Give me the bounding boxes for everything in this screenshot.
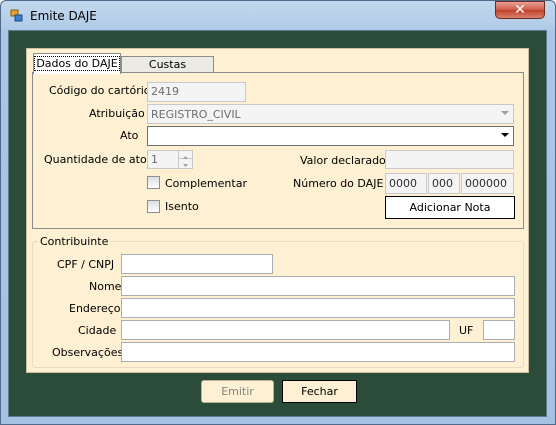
- chevron-down-icon: [501, 133, 509, 137]
- cidade-field[interactable]: [121, 320, 450, 340]
- isento-label: Isento: [165, 200, 199, 213]
- nome-field[interactable]: [121, 276, 515, 296]
- endereco-label: Endereço: [69, 302, 121, 315]
- atribuicao-select[interactable]: REGISTRO_CIVIL: [147, 104, 514, 124]
- complementar-checkbox[interactable]: [147, 176, 160, 189]
- emitir-button[interactable]: Emitir: [201, 380, 274, 403]
- adicionar-nota-label: Adicionar Nota: [409, 201, 491, 214]
- close-button[interactable]: ✕: [495, 1, 545, 19]
- chevron-down-icon: [501, 111, 509, 115]
- emitir-label: Emitir: [221, 385, 254, 398]
- quantidade-stepper[interactable]: 1: [147, 150, 193, 169]
- tab-label: Dados do DAJE: [34, 56, 120, 71]
- numero-part1-field[interactable]: 0000: [385, 173, 427, 194]
- quantidade-label: Quantidade de atos: [44, 153, 153, 166]
- fechar-label: Fechar: [301, 385, 338, 398]
- window-title: Emite DAJE: [30, 9, 97, 23]
- atribuicao-value: REGISTRO_CIVIL: [151, 108, 241, 121]
- app-window-icon: [10, 9, 23, 22]
- uf-field[interactable]: [483, 320, 515, 340]
- contribuinte-group-label: Contribuinte: [38, 235, 111, 248]
- ato-select[interactable]: [147, 126, 514, 146]
- isento-checkbox[interactable]: [147, 200, 160, 213]
- numero-part2-value: 000: [432, 177, 453, 190]
- quantidade-value: 1: [151, 153, 158, 166]
- numero-part2-field[interactable]: 000: [428, 173, 460, 194]
- complementar-label: Complementar: [165, 177, 247, 190]
- codigo-label: Código do cartório: [49, 84, 151, 97]
- cidade-label: Cidade: [78, 324, 117, 337]
- stepper-up-button[interactable]: [178, 151, 193, 159]
- nome-label: Nome: [89, 280, 122, 293]
- valor-field[interactable]: [385, 150, 514, 169]
- cpf-field[interactable]: [121, 254, 273, 274]
- observacoes-label: Observações: [52, 346, 124, 359]
- chevron-down-icon: [183, 164, 188, 167]
- codigo-value: 2419: [151, 85, 179, 98]
- numero-part3-field[interactable]: 000000: [461, 173, 514, 194]
- numero-part3-value: 000000: [465, 177, 507, 190]
- ato-label: Ato: [120, 129, 139, 142]
- cpf-label: CPF / CNPJ: [57, 258, 115, 271]
- tab-dados-do-daje[interactable]: Dados do DAJE: [33, 53, 121, 74]
- adicionar-nota-button[interactable]: Adicionar Nota: [385, 196, 515, 219]
- fechar-button[interactable]: Fechar: [282, 380, 357, 403]
- stepper-down-button[interactable]: [178, 159, 193, 168]
- numero-label: Número do DAJE: [293, 177, 384, 190]
- close-icon: ✕: [514, 2, 526, 18]
- uf-label: UF: [459, 324, 474, 337]
- atribuicao-label: Atribuição: [89, 107, 145, 120]
- observacoes-field[interactable]: [121, 342, 515, 362]
- numero-part1-value: 0000: [389, 177, 417, 190]
- endereco-field[interactable]: [121, 298, 515, 318]
- codigo-field[interactable]: 2419: [147, 82, 246, 102]
- valor-label: Valor declarado: [300, 154, 386, 167]
- tab-custas-adicionais[interactable]: Custas adicionais: [121, 56, 214, 87]
